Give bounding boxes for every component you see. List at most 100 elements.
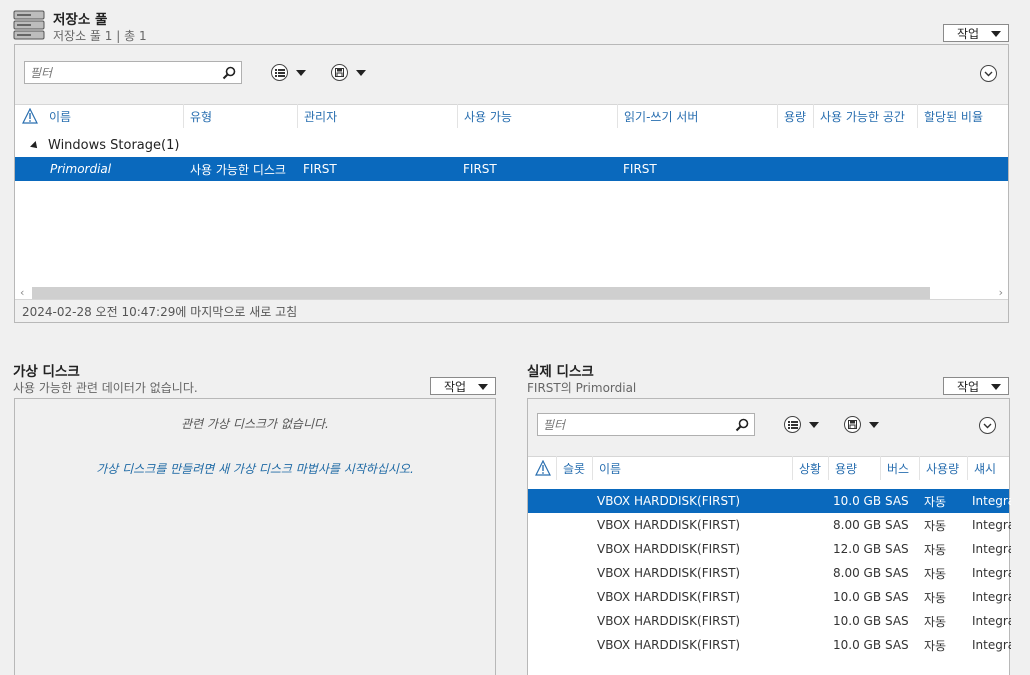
cell-chassis: Integra [972,590,1011,604]
expand-collapse-icon[interactable] [979,417,996,434]
column-warning[interactable] [528,456,556,480]
physical-disks-panel: 슬롯 이름 상황 용량 버스 사용량 섀시 VBOX HARDDISK(FIRS… [527,398,1011,675]
cell-capacity: 12.0 GB [833,542,881,556]
save-icon [331,64,348,81]
storage-pools-title: 저장소 풀 [53,12,108,28]
physical-disks-toolbar [528,399,1009,457]
column-allocated[interactable]: 할당된 비율 [917,104,1010,128]
list-icon [271,64,288,81]
view-options-button[interactable] [784,416,819,433]
cell-capacity: 10.0 GB [833,638,881,652]
cell-chassis: Integra [972,542,1011,556]
table-row[interactable]: VBOX HARDDISK(FIRST) 10.0 GB SAS 자동 Inte… [528,585,1011,609]
cell-usage: 자동 [924,590,947,605]
cell-chassis: Integra [972,566,1011,580]
cell-usage: 자동 [924,518,947,533]
refresh-status: 2024-02-28 오전 10:47:29에 마지막으로 새로 고침 [15,299,1008,322]
tasks-label: 작업 [444,379,467,394]
column-free-space[interactable]: 사용 가능한 공간 [813,104,917,128]
cell-name: VBOX HARDDISK(FIRST) [597,590,741,604]
scroll-right-icon[interactable]: › [999,286,1003,299]
physical-disks-table-header: 슬롯 이름 상황 용량 버스 사용량 섀시 [528,456,1009,480]
table-row[interactable]: VBOX HARDDISK(FIRST) 8.00 GB SAS 자동 Inte… [528,513,1011,537]
search-icon[interactable] [222,66,236,80]
column-rw-server[interactable]: 읽기-쓰기 서버 [617,104,777,128]
cell-name: VBOX HARDDISK(FIRST) [597,638,741,652]
column-capacity[interactable]: 용량 [777,104,813,128]
scroll-left-icon[interactable]: ‹ [20,286,24,299]
collapse-triangle-icon[interactable] [30,141,40,151]
physical-disks-title: 실제 디스크 [527,364,594,380]
cell-bus: SAS [885,518,909,532]
cell-type: 사용 가능한 디스크 [190,162,286,177]
table-row[interactable]: Primordial 사용 가능한 디스크 FIRST FIRST FIRST [15,157,1008,181]
column-slot[interactable]: 슬롯 [556,456,592,480]
tasks-label: 작업 [957,379,980,394]
column-status[interactable]: 상황 [792,456,828,480]
column-name[interactable]: 이름 [43,104,183,128]
group-label: Windows Storage(1) [48,138,180,153]
cell-bus: SAS [885,638,909,652]
virtual-disks-subtitle: 사용 가능한 관련 데이터가 없습니다. [13,381,198,395]
table-row[interactable]: VBOX HARDDISK(FIRST) 10.0 GB SAS 자동 Inte… [528,633,1011,657]
cell-usage: 자동 [924,614,947,629]
cell-bus: SAS [885,590,909,604]
table-row[interactable]: VBOX HARDDISK(FIRST) 10.0 GB SAS 자동 Inte… [528,609,1011,633]
cell-capacity: 10.0 GB [833,494,881,508]
cell-chassis: Integra [972,494,1011,508]
view-options-button[interactable] [271,64,306,81]
storage-pools-panel: 이름 유형 관리자 사용 가능 읽기-쓰기 서버 용량 사용 가능한 공간 할당… [14,44,1009,323]
filter-input[interactable] [538,414,754,435]
cell-bus: SAS [885,614,909,628]
cell-name: Primordial [50,162,112,176]
storage-pool-icon [13,9,45,41]
physical-disks-filter[interactable] [537,413,755,436]
empty-message: 관련 가상 디스크가 없습니다. [181,417,329,431]
physical-disks-tasks-button[interactable]: 작업 [943,377,1009,395]
group-header-row[interactable]: Windows Storage(1) [15,135,1008,157]
tasks-label: 작업 [957,26,980,41]
table-row[interactable]: VBOX HARDDISK(FIRST) 12.0 GB SAS 자동 Inte… [528,537,1011,561]
cell-usage: 자동 [924,542,947,557]
table-row[interactable]: VBOX HARDDISK(FIRST) 10.0 GB SAS 자동 Inte… [528,489,1011,513]
cell-capacity: 10.0 GB [833,590,881,604]
physical-disks-subtitle: FIRST의 Primordial [527,381,637,395]
cell-bus: SAS [885,566,909,580]
chevron-down-icon [296,69,306,76]
column-type[interactable]: 유형 [183,104,297,128]
chevron-down-icon [809,421,819,428]
filter-input[interactable] [25,62,241,83]
column-warning[interactable] [15,104,43,128]
save-icon [844,416,861,433]
search-icon[interactable] [735,418,749,432]
column-bus[interactable]: 버스 [880,456,919,480]
cell-rw-server: FIRST [623,162,657,176]
virtual-disks-panel: 관련 가상 디스크가 없습니다. 가상 디스크를 만들려면 새 가상 디스크 마… [14,398,496,675]
warning-icon [535,460,551,476]
save-query-button[interactable] [331,64,366,81]
column-name[interactable]: 이름 [592,456,792,480]
expand-collapse-icon[interactable] [980,65,997,82]
save-query-button[interactable] [844,416,879,433]
column-available[interactable]: 사용 가능 [457,104,617,128]
column-usage[interactable]: 사용량 [919,456,967,480]
cell-manager: FIRST [303,162,337,176]
cell-name: VBOX HARDDISK(FIRST) [597,614,741,628]
cell-name: VBOX HARDDISK(FIRST) [597,518,741,532]
cell-chassis: Integra [972,638,1011,652]
column-chassis[interactable]: 섀시 [967,456,1011,480]
virtual-disks-tasks-button[interactable]: 작업 [430,377,496,395]
cell-name: VBOX HARDDISK(FIRST) [597,494,741,508]
chevron-down-icon [991,384,1001,390]
cell-usage: 자동 [924,566,947,581]
column-capacity[interactable]: 용량 [828,456,880,480]
storage-pools-tasks-button[interactable]: 작업 [943,24,1009,42]
new-virtual-disk-link[interactable]: 가상 디스크를 만들려면 새 가상 디스크 마법사를 시작하십시오. [15,460,495,477]
chevron-down-icon [478,384,488,390]
storage-pools-filter[interactable] [24,61,242,84]
table-row[interactable]: VBOX HARDDISK(FIRST) 8.00 GB SAS 자동 Inte… [528,561,1011,585]
chevron-down-icon [869,421,879,428]
cell-name: VBOX HARDDISK(FIRST) [597,542,741,556]
scroll-thumb[interactable] [32,287,930,299]
column-manager[interactable]: 관리자 [297,104,457,128]
